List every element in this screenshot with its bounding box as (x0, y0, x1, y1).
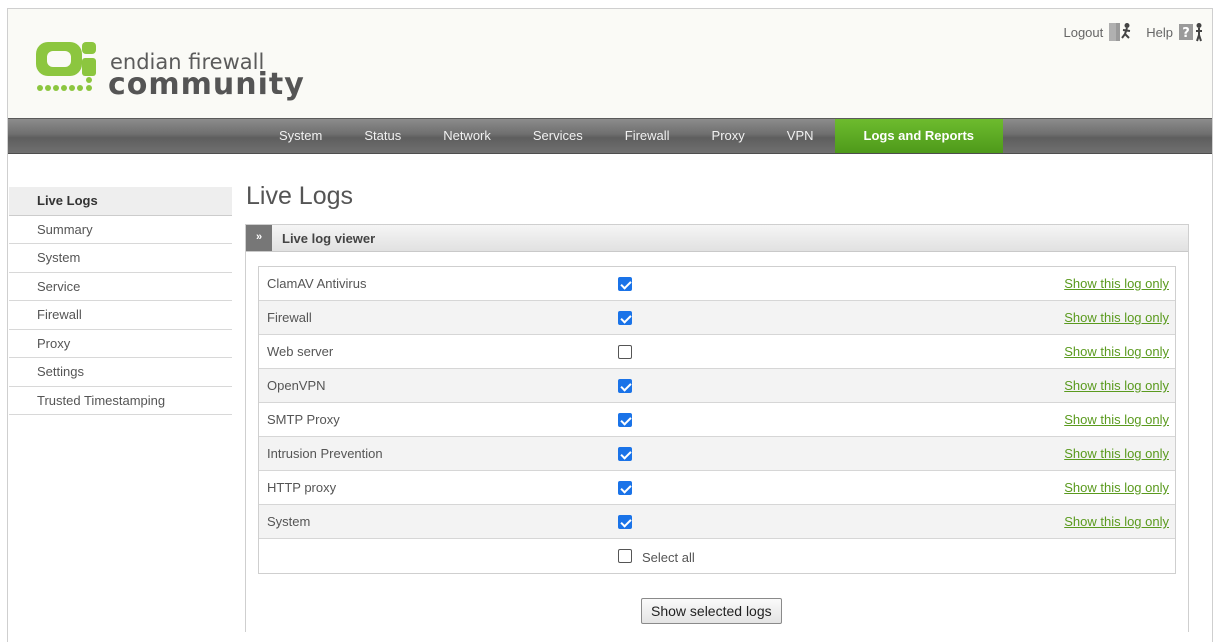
select-all-row: Select all (259, 539, 1175, 573)
log-table: ClamAV Antivirus Show this log only Fire… (258, 266, 1176, 574)
help-label: Help (1146, 24, 1173, 40)
nav-status[interactable]: Status (343, 119, 422, 153)
log-checkbox[interactable] (618, 277, 632, 291)
main-nav: System Status Network Services Firewall … (8, 118, 1212, 154)
log-row: Firewall Show this log only (259, 301, 1175, 335)
select-all-label[interactable]: Select all (642, 550, 695, 565)
log-checkbox[interactable] (618, 311, 632, 325)
show-this-log-only-link[interactable]: Show this log only (1064, 344, 1169, 359)
show-this-log-only-link[interactable]: Show this log only (1064, 514, 1169, 529)
show-this-log-only-link[interactable]: Show this log only (1064, 446, 1169, 461)
nav-services[interactable]: Services (512, 119, 604, 153)
collapse-toggle-icon[interactable]: » (246, 225, 272, 251)
panel-title: Live log viewer (282, 231, 376, 246)
show-this-log-only-link[interactable]: Show this log only (1064, 276, 1169, 291)
show-selected-logs-button[interactable]: Show selected logs (641, 598, 782, 624)
nav-proxy[interactable]: Proxy (691, 119, 766, 153)
nav-logs-and-reports[interactable]: Logs and Reports (834, 119, 1004, 153)
select-all-checkbox[interactable] (618, 549, 632, 563)
sidebar: Live Logs Summary System Service Firewal… (9, 187, 232, 415)
top-links: Logout Help ? (1063, 22, 1204, 42)
log-row: Web server Show this log only (259, 335, 1175, 369)
exit-door-icon (1108, 22, 1134, 42)
log-name: ClamAV Antivirus (267, 276, 367, 291)
log-row: ClamAV Antivirus Show this log only (259, 267, 1175, 301)
log-row: OpenVPN Show this log only (259, 369, 1175, 403)
show-this-log-only-link[interactable]: Show this log only (1064, 378, 1169, 393)
log-row: SMTP Proxy Show this log only (259, 403, 1175, 437)
log-checkbox[interactable] (618, 379, 632, 393)
sidebar-item-trusted-timestamping[interactable]: Trusted Timestamping (9, 387, 232, 415)
log-row: System Show this log only (259, 505, 1175, 539)
log-checkbox[interactable] (618, 481, 632, 495)
nav-vpn[interactable]: VPN (766, 119, 835, 153)
page-title: Live Logs (246, 182, 354, 210)
panel-header: » Live log viewer (246, 225, 1188, 252)
header: endian firewall community Logout Help ? (8, 9, 1212, 118)
sidebar-item-live-logs[interactable]: Live Logs (9, 187, 232, 216)
log-name: SMTP Proxy (267, 412, 340, 427)
sidebar-item-proxy[interactable]: Proxy (9, 330, 232, 358)
log-row: HTTP proxy Show this log only (259, 471, 1175, 505)
sidebar-item-service[interactable]: Service (9, 273, 232, 301)
log-name: OpenVPN (267, 378, 326, 393)
log-name: System (267, 514, 311, 529)
sidebar-item-summary[interactable]: Summary (9, 216, 232, 244)
endian-logo-icon (36, 42, 96, 91)
nav-network[interactable]: Network (422, 119, 512, 153)
sidebar-item-firewall[interactable]: Firewall (9, 301, 232, 330)
endian-logo[interactable]: endian firewall community (34, 38, 304, 102)
sidebar-item-system[interactable]: System (9, 244, 232, 273)
svg-text:?: ? (1182, 26, 1190, 41)
log-name: Web server (267, 344, 334, 359)
log-checkbox[interactable] (618, 345, 632, 359)
nav-system[interactable]: System (258, 119, 343, 153)
sidebar-item-settings[interactable]: Settings (9, 358, 232, 387)
show-this-log-only-link[interactable]: Show this log only (1064, 480, 1169, 495)
logo-line2: community (108, 67, 305, 102)
help-question-icon: ? (1178, 22, 1204, 42)
log-checkbox[interactable] (618, 515, 632, 529)
log-row: Intrusion Prevention Show this log only (259, 437, 1175, 471)
logout-link[interactable]: Logout (1063, 22, 1134, 42)
log-name: Firewall (267, 310, 312, 325)
log-checkbox[interactable] (618, 413, 632, 427)
live-log-viewer-panel: » Live log viewer ClamAV Antivirus Show … (245, 224, 1189, 632)
log-name: Intrusion Prevention (267, 446, 383, 461)
logout-label: Logout (1063, 24, 1104, 40)
log-checkbox[interactable] (618, 447, 632, 461)
show-this-log-only-link[interactable]: Show this log only (1064, 310, 1169, 325)
nav-firewall[interactable]: Firewall (604, 119, 691, 153)
help-link[interactable]: Help ? (1146, 22, 1204, 42)
log-name: HTTP proxy (267, 480, 337, 495)
show-this-log-only-link[interactable]: Show this log only (1064, 412, 1169, 427)
